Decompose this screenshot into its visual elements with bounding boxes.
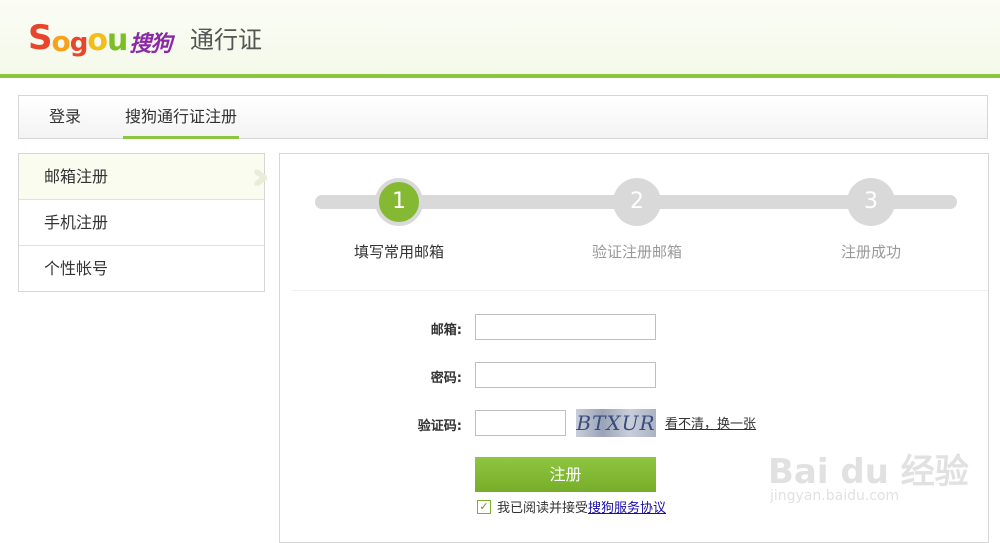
agreement-row: ✓ 我已阅读并接受 搜狗服务协议	[477, 497, 666, 516]
captcha-field[interactable]	[475, 410, 566, 436]
sidebar-item-label: 手机注册	[44, 213, 109, 232]
logo-letter: u	[107, 23, 128, 58]
refresh-captcha-link[interactable]: 看不清，换一张	[665, 413, 756, 432]
sidebar: 邮箱注册 ››› 手机注册 个性帐号	[18, 153, 270, 292]
divider	[292, 290, 988, 291]
service-agreement-link[interactable]: 搜狗服务协议	[588, 497, 666, 516]
sidebar-item-label: 个性帐号	[44, 259, 109, 278]
baidu-watermark: Bai du 经验 jingyan.baidu.com	[768, 430, 998, 520]
sidebar-item-email[interactable]: 邮箱注册 ›››	[19, 154, 270, 200]
logo-letter: o	[51, 25, 71, 58]
sidebar-item-phone[interactable]: 手机注册	[19, 200, 264, 246]
email-label: 邮箱:	[430, 323, 462, 338]
logo-letter: o	[87, 23, 108, 58]
step-1-circle: 1	[375, 178, 423, 226]
email-field[interactable]	[475, 314, 656, 340]
step-3-label: 注册成功	[840, 243, 901, 261]
password-field[interactable]	[475, 362, 656, 388]
chevrons-right-icon: ›››	[251, 154, 270, 198]
logo-letter: S	[28, 18, 52, 58]
step-1-label: 填写常用邮箱	[353, 243, 444, 261]
tab-bar: 登录 搜狗通行证注册	[18, 95, 988, 139]
header: S o g o u 搜狗 通行证	[0, 0, 1000, 78]
watermark-brand: Bai du 经验	[768, 452, 969, 492]
captcha-label: 验证码:	[417, 419, 462, 434]
step-2-label: 验证注册邮箱	[591, 243, 682, 261]
sidebar-item-label: 邮箱注册	[44, 167, 109, 186]
page-title: 通行证	[190, 26, 262, 54]
watermark-url: jingyan.baidu.com	[770, 488, 900, 504]
step-2-circle: 2	[613, 178, 661, 226]
tab-login[interactable]: 登录	[49, 96, 81, 138]
password-label: 密码:	[430, 371, 462, 386]
logo-chinese: 搜狗	[129, 32, 172, 57]
sogou-logo[interactable]: S o g o u 搜狗	[28, 14, 172, 58]
captcha-image[interactable]: BTXUR	[576, 409, 656, 437]
register-button[interactable]: 注册	[475, 457, 656, 492]
step-3-circle: 3	[847, 178, 895, 226]
logo-letter: g	[69, 28, 89, 58]
agree-text: 我已阅读并接受	[497, 501, 589, 516]
tab-register[interactable]: 搜狗通行证注册	[122, 96, 240, 139]
sidebar-item-custom-account[interactable]: 个性帐号	[19, 246, 264, 291]
agree-checkbox[interactable]: ✓	[477, 499, 491, 514]
